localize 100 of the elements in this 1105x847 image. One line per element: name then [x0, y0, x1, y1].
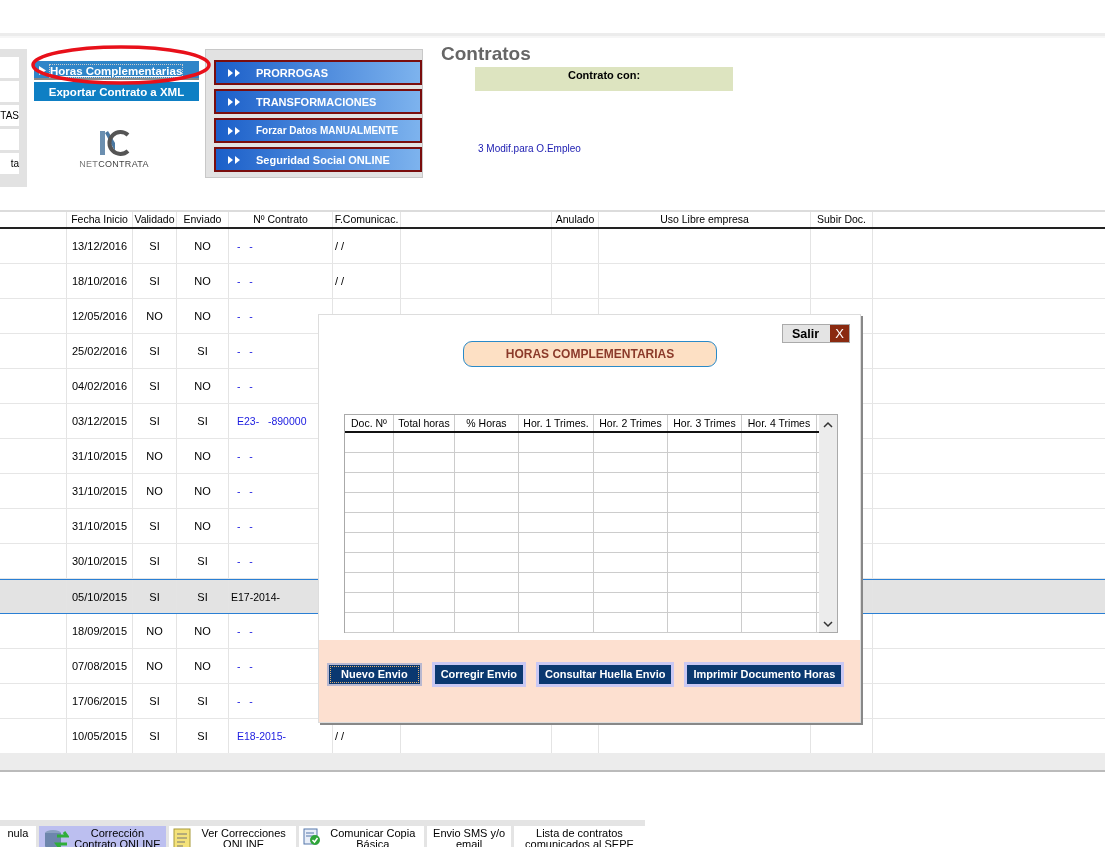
column-header: Anulado [552, 212, 599, 227]
logo-icon [98, 129, 130, 157]
table-cell: NO [194, 450, 211, 462]
column-header: Doc. Nº [345, 415, 394, 431]
table-cell: SI [197, 695, 208, 707]
column-header: Fecha Inicio [67, 212, 133, 227]
table-cell: 18/10/2016 [71, 275, 128, 287]
table-cell: 31/10/2015 [71, 485, 128, 497]
table-cell: - - [237, 380, 253, 392]
table-cell: SI [149, 520, 160, 532]
logo-text: NETCONTRATA [79, 159, 149, 169]
table-row[interactable]: 18/10/2016 SI NO - - / / [0, 264, 1105, 299]
side-button[interactable]: ta [0, 153, 19, 174]
link-button[interactable]: Exportar Contrato a XML [34, 82, 199, 101]
table-cell: 31/10/2015 [71, 520, 128, 532]
table-cell: - - [237, 485, 253, 497]
dialog-button[interactable]: Consultar Huella Envio [536, 661, 675, 687]
triangle-icon [39, 66, 46, 75]
table-cell: 03/12/2015 [71, 415, 128, 427]
table-cell: SI [149, 590, 160, 603]
table-cell: NO [194, 380, 211, 392]
table-cell: SI [197, 590, 208, 603]
table-cell: SI [149, 555, 160, 567]
side-button[interactable]: TAS [0, 105, 19, 126]
table-cell: E23- -890000 [237, 415, 307, 427]
column-header: % Horas [455, 415, 519, 431]
table-cell: - - [237, 310, 253, 322]
table-cell: SI [197, 555, 208, 567]
table-cell: NO [194, 310, 211, 322]
table-cell: NO [146, 310, 163, 322]
table-cell: SI [197, 730, 208, 742]
page-title: Contratos [441, 43, 532, 65]
column-header: Subir Doc. [811, 212, 873, 227]
side-button[interactable] [0, 81, 19, 102]
column-header: Validado [133, 212, 177, 227]
side-button[interactable] [0, 129, 19, 150]
link-button[interactable]: Horas Complementarias [34, 61, 199, 80]
action-button[interactable]: Forzar Datos MANUALMENTE [214, 118, 422, 143]
table-cell: 30/10/2015 [71, 555, 128, 567]
table-cell: SI [197, 345, 208, 357]
table-cell: - - [237, 345, 253, 357]
action-button[interactable]: TRANSFORMACIONES [214, 89, 422, 114]
side-button[interactable] [0, 57, 19, 78]
column-header: Nº Contrato [229, 212, 333, 227]
action-button[interactable]: PRORROGAS [214, 60, 422, 85]
table-cell: NO [146, 450, 163, 462]
table-cell: - - [237, 695, 253, 707]
column-header: Hor. 4 Trimes [742, 415, 817, 431]
table-cell: SI [149, 275, 160, 287]
table-cell: / / [335, 275, 345, 287]
table-cell: - - [237, 660, 253, 672]
column-header: Hor. 3 Trimes [668, 415, 742, 431]
dialog-button[interactable]: Nuevo Envio [327, 662, 422, 686]
table-cell: NO [194, 660, 211, 672]
table-cell: SI [149, 695, 160, 707]
dialog-button[interactable]: Imprimir Documento Horas [684, 661, 845, 687]
table-cell: NO [194, 240, 211, 252]
table-cell: 17/06/2015 [71, 695, 128, 707]
table-cell: 18/09/2015 [71, 625, 128, 637]
table-cell: SI [149, 380, 160, 392]
double-arrow-icon [228, 68, 242, 77]
panel-label: Contrato con: [567, 69, 641, 81]
table-cell: 31/10/2015 [71, 450, 128, 462]
exit-button[interactable]: Salir X [782, 324, 850, 343]
table-cell: E18-2015- [237, 730, 287, 742]
column-header: Hor. 1 Trimes. [519, 415, 594, 431]
table-cell: SI [149, 415, 160, 427]
table-cell: - - [237, 450, 253, 462]
table-cell: NO [146, 625, 163, 637]
note-icon [173, 828, 191, 847]
table-cell: 04/02/2016 [71, 380, 128, 392]
column-header: Hor. 2 Trimes [594, 415, 668, 431]
table-cell: - - [237, 625, 253, 637]
table-cell: - - [237, 555, 253, 567]
table-cell: SI [197, 415, 208, 427]
table-cell: SI [149, 345, 160, 357]
table-cell: NO [146, 660, 163, 672]
table-cell: / / [335, 240, 345, 252]
table-cell: 07/08/2015 [71, 660, 128, 672]
scroll-up-icon [823, 421, 833, 428]
database-icon [42, 828, 69, 847]
double-arrow-icon [228, 155, 242, 164]
table-cell: NO [194, 485, 211, 497]
dialog-button[interactable]: Corregir Envio [431, 661, 527, 687]
column-header: F.Comunicac. [333, 212, 401, 227]
table-row[interactable]: 13/12/2016 SI NO - - / / [0, 229, 1105, 264]
column-header: Enviado [177, 212, 229, 227]
table-cell: E17-2014- [231, 590, 281, 603]
table-cell: NO [194, 625, 211, 637]
toolbar-button[interactable]: nula [0, 826, 36, 847]
double-arrow-icon [228, 97, 242, 106]
table-cell: NO [194, 275, 211, 287]
modif-link[interactable]: 3 Modif.para O.Empleo [478, 143, 733, 154]
scroll-down-icon [823, 621, 833, 628]
table-cell: - - [237, 275, 253, 287]
table-cell: - - [237, 240, 253, 252]
close-icon: X [830, 325, 849, 342]
column-header: Uso Libre empresa [599, 212, 811, 227]
table-cell: SI [149, 240, 160, 252]
table-cell: / / [335, 730, 345, 742]
